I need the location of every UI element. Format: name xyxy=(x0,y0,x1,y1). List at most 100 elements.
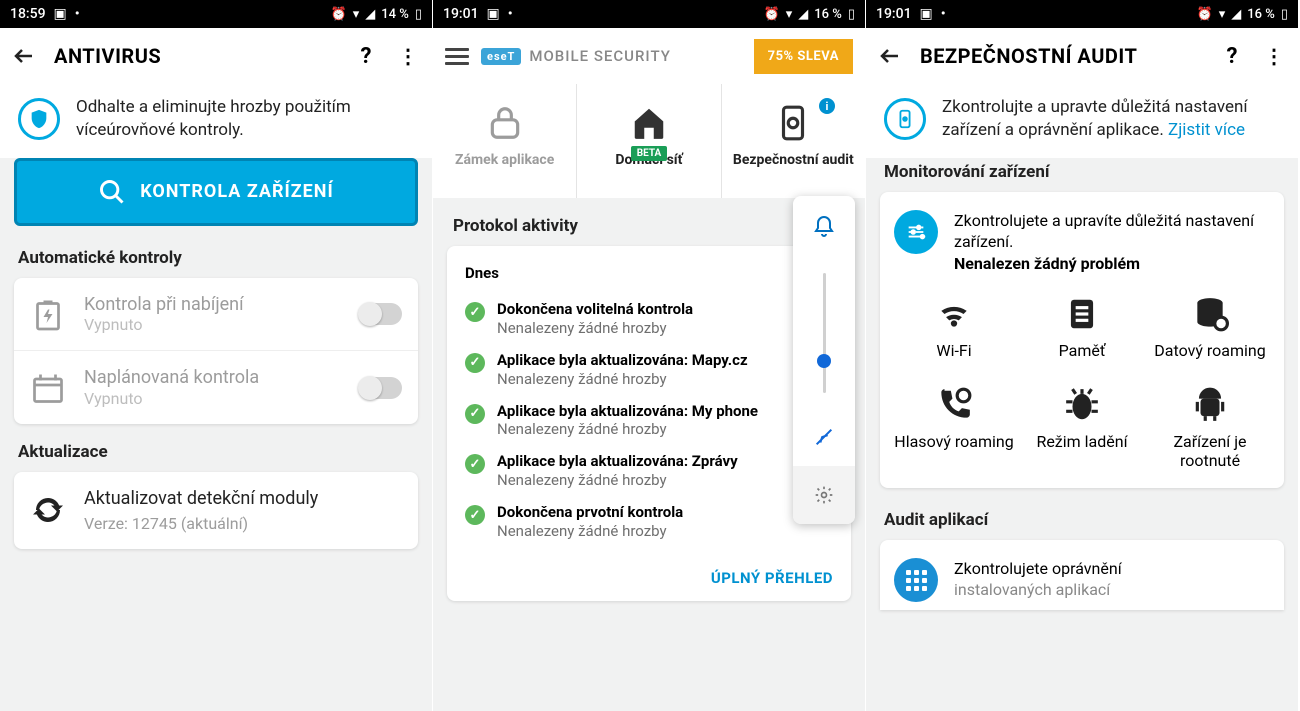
alarm-icon: ⏰ xyxy=(331,7,347,22)
scan-button[interactable]: KONTROLA ZAŘÍZENÍ xyxy=(14,158,418,226)
tab-home-network[interactable]: BETA Domácí síť xyxy=(577,84,721,198)
apps-audit-card[interactable]: Zkontrolujete oprávnění instalovaných ap… xyxy=(880,540,1284,610)
auto-controls-card: Kontrola při nabíjení Vypnuto Naplánovan… xyxy=(14,278,418,424)
monitor-desc: Zkontrolujete a upravíte důležitá nastav… xyxy=(954,210,1270,253)
status-time: 19:01 xyxy=(443,6,479,22)
monitor-status: Nenalezen žádný problém xyxy=(954,253,1270,275)
bug-icon xyxy=(1063,386,1101,424)
grid-item-root[interactable]: Zařízení je rootnuté xyxy=(1150,386,1270,470)
menu-icon[interactable] xyxy=(445,48,469,65)
grid-label: Hlasový roaming xyxy=(894,432,1013,451)
grid-item-memory[interactable]: Paměť xyxy=(1022,295,1142,360)
grid-label: Datový roaming xyxy=(1154,341,1265,360)
grid-item-wifi[interactable]: Wi-Fi xyxy=(894,295,1014,360)
tabs: Zámek aplikace BETA Domácí síť i Bezpečn… xyxy=(433,84,865,198)
battery-icon: ▯ xyxy=(848,7,855,22)
update-card[interactable]: Aktualizovat detekční moduly Verze: 1274… xyxy=(14,472,418,549)
grid-label: Zařízení je rootnuté xyxy=(1150,432,1270,470)
toggle-sub: Vypnuto xyxy=(84,389,342,408)
help-icon[interactable]: ? xyxy=(1220,44,1244,68)
calendar-icon xyxy=(30,370,66,406)
more-icon[interactable]: ⋮ xyxy=(396,44,420,68)
toggle-switch[interactable] xyxy=(360,303,402,325)
activity-item[interactable]: Aplikace byla aktualizována: Mapy.cz Nen… xyxy=(465,351,847,388)
mute-button[interactable] xyxy=(793,408,855,466)
wifi-icon: ▾ xyxy=(786,7,793,22)
learn-more-link[interactable]: Zjistit více xyxy=(1168,120,1245,140)
vertical-slider[interactable] xyxy=(793,258,855,408)
slider-track xyxy=(823,273,826,393)
lock-icon xyxy=(486,104,524,142)
grid-item-debug[interactable]: Režim ladění xyxy=(1022,386,1142,470)
dot-icon: • xyxy=(75,6,80,22)
wifi-icon: ▾ xyxy=(1219,7,1226,22)
settings-button[interactable] xyxy=(793,466,855,524)
info-text: Zkontrolujte a upravte důležitá nastaven… xyxy=(942,96,1280,142)
toggle-sub: Vypnuto xyxy=(84,315,342,334)
back-icon[interactable] xyxy=(878,44,902,68)
grid-item-voice-roaming[interactable]: Hlasový roaming xyxy=(894,386,1014,470)
status-bar: 18:59 ▣ • ⏰ ▾ ◢ 14 % ▯ xyxy=(0,0,432,28)
brand: eseT MOBILE SECURITY xyxy=(481,47,742,65)
activity-item[interactable]: Dokončena prvotní kontrola Nenalezeny žá… xyxy=(465,503,847,540)
section-heading-apps: Audit aplikací xyxy=(866,506,1298,540)
grid-label: Režim ladění xyxy=(1036,432,1127,451)
promo-badge[interactable]: 75% SLEVA xyxy=(754,39,853,74)
app-bar: BEZPEČNOSTNÍ AUDIT ? ⋮ xyxy=(866,28,1298,84)
status-battery: 16 % xyxy=(814,7,842,22)
signal-icon: ◢ xyxy=(365,7,375,22)
wifi-icon xyxy=(935,295,973,333)
alarm-icon: ⏰ xyxy=(764,7,780,22)
sliders-icon xyxy=(894,210,938,254)
bell-button[interactable] xyxy=(793,196,855,258)
apps-audit-l2: instalovaných aplikací xyxy=(954,580,1122,601)
tab-label: Zámek aplikace xyxy=(451,152,558,169)
activity-item[interactable]: Aplikace byla aktualizována: My phone Ne… xyxy=(465,402,847,439)
activity-sub: Nenalezeny žádné hrozby xyxy=(497,471,790,489)
screen-antivirus: 18:59 ▣ • ⏰ ▾ ◢ 14 % ▯ ANTIVIRUS ? ⋮ Odh… xyxy=(0,0,433,711)
info-row: Odhalte a eliminujte hrozby použitím víc… xyxy=(0,84,432,158)
status-battery: 14 % xyxy=(381,7,409,22)
apps-audit-l1: Zkontrolujete oprávnění xyxy=(954,559,1122,580)
memory-icon xyxy=(1063,295,1101,333)
dot-icon: • xyxy=(508,6,513,22)
back-icon[interactable] xyxy=(12,44,36,68)
update-sub: Verze: 12745 (aktuální) xyxy=(84,514,318,533)
monitor-card: Zkontrolujete a upravíte důležitá nastav… xyxy=(880,192,1284,488)
activity-item[interactable]: Dokončena volitelná kontrola Nenalezeny … xyxy=(465,300,847,337)
check-icon xyxy=(465,404,485,424)
toggle-scheduled-scan[interactable]: Naplánovaná kontrola Vypnuto xyxy=(14,351,418,424)
status-time: 18:59 xyxy=(10,6,46,22)
grid-label: Paměť xyxy=(1059,341,1106,360)
signal-icon: ◢ xyxy=(798,7,808,22)
activity-title: Aplikace byla aktualizována: Zprávy xyxy=(497,452,790,471)
grid-item-data-roaming[interactable]: Datový roaming xyxy=(1150,295,1270,360)
brand-eset: eseT xyxy=(481,48,521,65)
toggle-switch[interactable] xyxy=(360,377,402,399)
android-icon xyxy=(1191,386,1229,424)
activity-day: Dnes xyxy=(465,264,847,282)
audit-icon xyxy=(884,98,926,140)
image-icon: ▣ xyxy=(487,6,500,22)
tab-security-audit[interactable]: i Bezpečnostní audit xyxy=(722,84,865,198)
activity-item[interactable]: Aplikace byla aktualizována: Zprávy Nena… xyxy=(465,452,847,489)
battery-icon: ▯ xyxy=(1281,7,1288,22)
status-time: 19:01 xyxy=(876,6,912,22)
brand-ms: MOBILE SECURITY xyxy=(529,47,671,65)
info-row: Zkontrolujte a upravte důležitá nastaven… xyxy=(866,84,1298,158)
slider-thumb[interactable] xyxy=(817,354,831,368)
activity-sub: Nenalezeny žádné hrozby xyxy=(497,522,790,540)
toggle-charging-scan[interactable]: Kontrola při nabíjení Vypnuto xyxy=(14,278,418,352)
activity-title: Dokončena prvotní kontrola xyxy=(497,503,790,522)
tab-app-lock[interactable]: Zámek aplikace xyxy=(433,84,577,198)
help-icon[interactable]: ? xyxy=(354,44,378,68)
alarm-icon: ⏰ xyxy=(1197,7,1213,22)
more-icon[interactable]: ⋮ xyxy=(1262,44,1286,68)
refresh-icon xyxy=(30,492,66,528)
activity-card: Dnes Dokončena volitelná kontrola Nenale… xyxy=(447,246,851,601)
phone-gear-icon xyxy=(774,104,812,142)
full-overview-link[interactable]: ÚPLNÝ PŘEHLED xyxy=(711,569,833,587)
section-heading-monitor: Monitorování zařízení xyxy=(866,158,1298,192)
mute-icon xyxy=(813,426,835,448)
battery-icon: ▯ xyxy=(415,7,422,22)
